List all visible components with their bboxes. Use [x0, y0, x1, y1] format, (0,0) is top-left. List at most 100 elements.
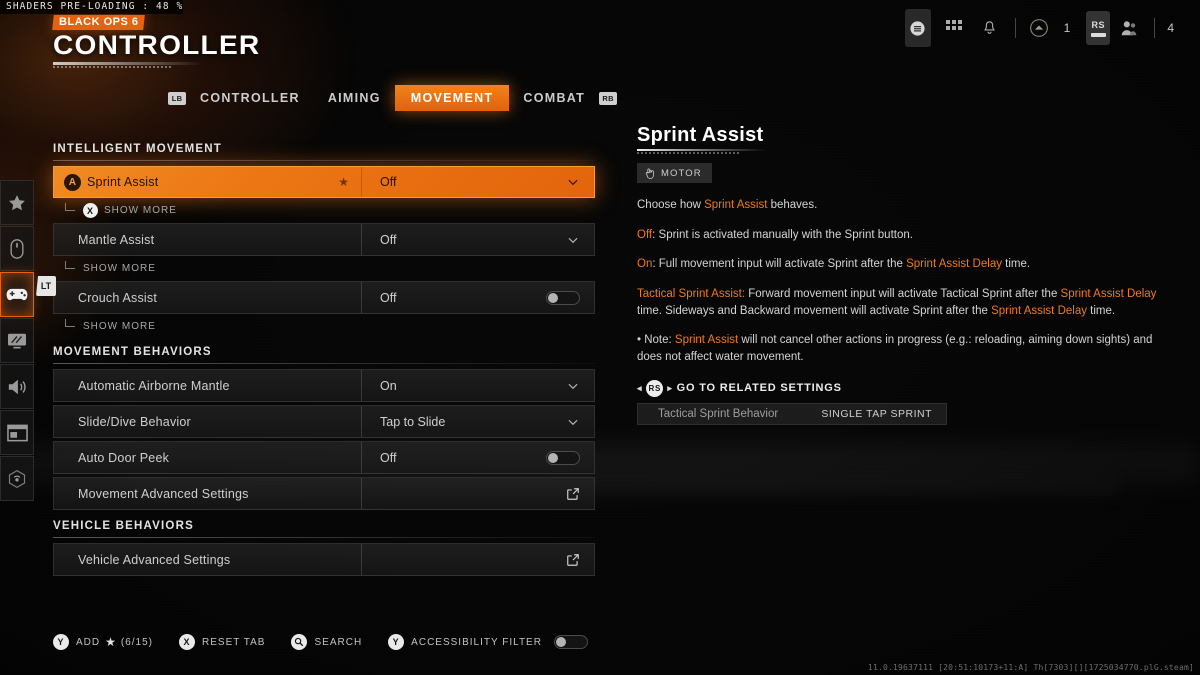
- setting-value-wrap[interactable]: [362, 544, 594, 575]
- sidebar-item-audio[interactable]: [0, 364, 34, 409]
- setting-value-wrap[interactable]: Off: [362, 167, 594, 197]
- action-search[interactable]: SEARCH: [291, 634, 362, 650]
- action-reset-tab-label: RESET TAB: [202, 637, 265, 648]
- menu-button[interactable]: [905, 9, 931, 47]
- y-button-icon: Y: [388, 634, 404, 650]
- setting-row-vehicle-advanced-settings[interactable]: Vehicle Advanced Settings: [53, 543, 595, 576]
- accessibility-filter-toggle[interactable]: [554, 635, 588, 649]
- sidebar-item-mouse-keyboard[interactable]: [0, 226, 34, 271]
- tab-controller[interactable]: CONTROLLER: [186, 85, 314, 111]
- external-link-icon: [566, 553, 580, 567]
- toggle-knob: [548, 293, 558, 303]
- tab-aiming[interactable]: AIMING: [314, 85, 395, 111]
- top-hud: 1 RS 4: [905, 9, 1190, 47]
- speaker-icon: [6, 377, 28, 397]
- setting-row-auto-door-peek[interactable]: Auto Door Peek Off: [53, 441, 595, 474]
- detail-on-text-highlight: Sprint Assist Delay: [906, 258, 1002, 270]
- setting-value-wrap[interactable]: Tap to Slide: [362, 406, 594, 437]
- sidebar-item-favorites[interactable]: [0, 180, 34, 225]
- sidebar-item-interface[interactable]: [0, 410, 34, 455]
- star-icon: ★: [105, 635, 117, 649]
- lt-trigger-badge[interactable]: LT: [36, 276, 56, 296]
- notifications-button[interactable]: [979, 17, 1001, 39]
- setting-value-wrap[interactable]: Off: [362, 282, 594, 313]
- setting-value-wrap[interactable]: [362, 478, 594, 509]
- apps-grid-button[interactable]: [943, 17, 965, 39]
- setting-label: Crouch Assist: [54, 282, 361, 313]
- left-arrow-icon: ◂: [637, 383, 642, 394]
- right-arrow-icon: ▸: [667, 383, 672, 394]
- setting-row-movement-advanced-settings[interactable]: Movement Advanced Settings: [53, 477, 595, 510]
- setting-row-automatic-airborne-mantle[interactable]: Automatic Airborne Mantle On: [53, 369, 595, 402]
- setting-row-mantle-assist[interactable]: Mantle Assist Off: [53, 223, 595, 256]
- related-setting-value: SINGLE TAP SPRINT: [821, 408, 946, 420]
- setting-label: Mantle Assist: [54, 224, 361, 255]
- chevron-down-icon: [566, 379, 580, 393]
- tab-movement[interactable]: MOVEMENT: [395, 85, 510, 111]
- sidebar-item-graphics[interactable]: [0, 318, 34, 363]
- setting-value: On: [380, 379, 397, 393]
- toggle-switch[interactable]: [546, 451, 580, 465]
- detail-tactical-highlight-1: Sprint Assist Delay: [1061, 288, 1157, 300]
- chevron-down-icon: [566, 415, 580, 429]
- action-add[interactable]: Y ADD ★ (6/15): [53, 634, 153, 650]
- search-glyph-icon: [294, 637, 304, 647]
- action-add-label: ADD: [76, 637, 100, 648]
- detail-tactical-a: Forward movement input will activate Tac…: [745, 288, 1061, 300]
- setting-label: Vehicle Advanced Settings: [54, 544, 361, 575]
- detail-intro-a: Choose how: [637, 199, 704, 211]
- toggle-switch[interactable]: [546, 291, 580, 305]
- rank-badge[interactable]: [1028, 17, 1050, 39]
- left-nav: [0, 180, 34, 502]
- action-accessibility-filter[interactable]: Y ACCESSIBILITY FILTER: [388, 634, 588, 650]
- setting-value: Off: [380, 175, 396, 189]
- detail-title-underline: [637, 149, 765, 151]
- title-block: BLACK OPS 6 CONTROLLER: [53, 12, 252, 68]
- setting-row-sprint-assist[interactable]: A Sprint Assist ★ Off: [53, 166, 595, 198]
- rs-button-icon: RS: [646, 380, 663, 397]
- hud-divider-1: [1015, 18, 1016, 38]
- external-link-icon: [566, 487, 580, 501]
- detail-intro-b: behaves.: [767, 199, 817, 211]
- favorite-star-icon[interactable]: ★: [338, 167, 361, 197]
- category-tag-label: MOTOR: [661, 168, 702, 179]
- setting-row-slide-dive-behavior[interactable]: Slide/Dive Behavior Tap to Slide: [53, 405, 595, 438]
- tab-combat[interactable]: COMBAT: [509, 85, 599, 111]
- detail-on-text-b: time.: [1002, 258, 1030, 270]
- setting-value-wrap[interactable]: On: [362, 370, 594, 401]
- setting-label: Auto Door Peek: [54, 442, 361, 473]
- setting-value: Tap to Slide: [380, 415, 445, 429]
- rs-stick-key-bar: [1091, 33, 1106, 37]
- detail-panel: Sprint Assist MOTOR Choose how Sprint As…: [637, 124, 1167, 425]
- interface-layout-icon: [7, 424, 28, 442]
- network-signal-icon: [7, 469, 27, 489]
- setting-value-wrap[interactable]: Off: [362, 224, 594, 255]
- rb-bumper-badge[interactable]: RB: [599, 92, 617, 105]
- setting-row-crouch-assist[interactable]: Crouch Assist Off: [53, 281, 595, 314]
- rs-stick-key-label: RS: [1092, 20, 1106, 30]
- sidebar-item-network[interactable]: [0, 456, 34, 501]
- list-menu-icon: [909, 20, 926, 37]
- rs-stick-key[interactable]: RS: [1086, 11, 1110, 45]
- related-settings-header[interactable]: ◂ RS ▸ GO TO RELATED SETTINGS: [637, 380, 1167, 397]
- settings-list: INTELLIGENT MOVEMENT A Sprint Assist ★ O…: [53, 133, 595, 579]
- setting-value: Off: [380, 291, 396, 305]
- rank-count: 1: [1064, 21, 1071, 35]
- section-rule: [53, 537, 595, 538]
- title-underline-dots: [53, 66, 171, 68]
- show-more-sprint-assist[interactable]: X SHOW MORE: [53, 201, 595, 220]
- related-setting-row[interactable]: Tactical Sprint Behavior SINGLE TAP SPRI…: [637, 403, 947, 425]
- show-more-mantle-assist[interactable]: SHOW MORE: [53, 259, 595, 278]
- category-tag-motor: MOTOR: [637, 163, 712, 183]
- tree-branch-icon: [65, 203, 75, 211]
- lb-bumper-badge[interactable]: LB: [168, 92, 186, 105]
- party-button[interactable]: [1118, 17, 1140, 39]
- show-more-crouch-assist[interactable]: SHOW MORE: [53, 317, 595, 336]
- rank-emblem-icon: [1029, 18, 1049, 38]
- shader-preloading-status: SHADERS PRE-LOADING : 48 %: [0, 0, 183, 14]
- detail-on-label: On: [637, 258, 652, 270]
- sidebar-item-controller[interactable]: [0, 272, 34, 317]
- detail-title: Sprint Assist: [637, 124, 1167, 146]
- setting-value-wrap[interactable]: Off: [362, 442, 594, 473]
- action-reset-tab[interactable]: X RESET TAB: [179, 634, 265, 650]
